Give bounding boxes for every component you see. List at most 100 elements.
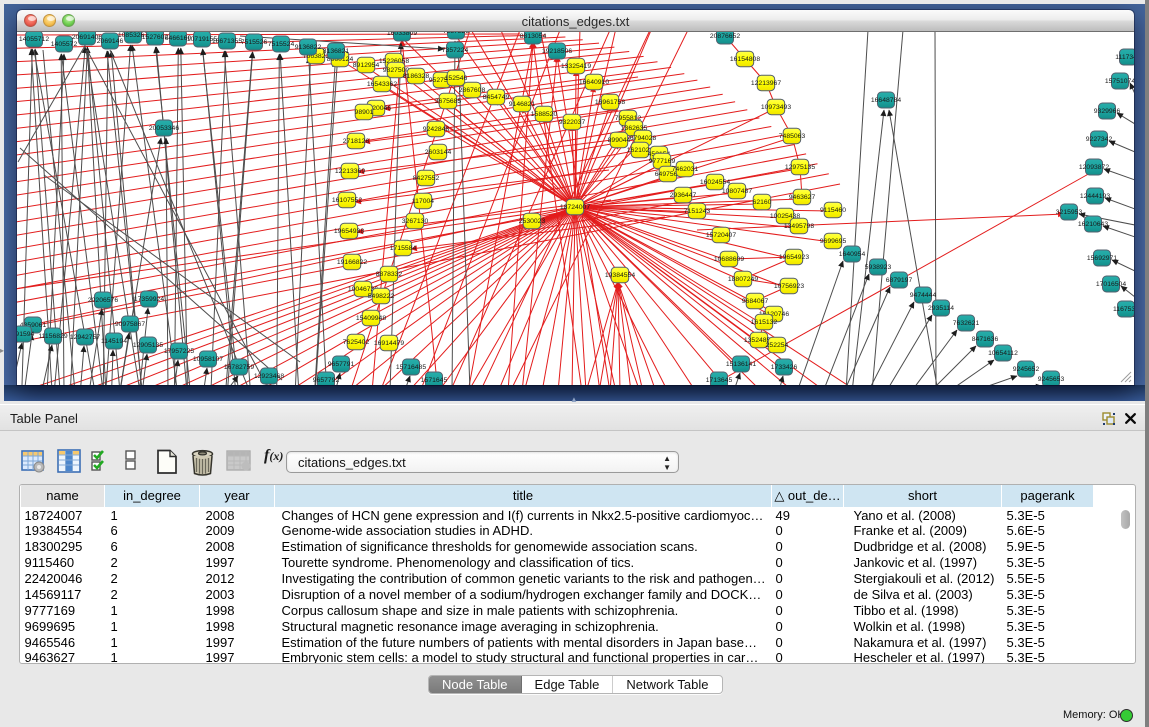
svg-text:9115460: 9115460 — [820, 207, 846, 214]
svg-text:9474444: 9474444 — [910, 292, 937, 299]
svg-text:2603144: 2603144 — [425, 149, 452, 156]
svg-text:12905135: 12905135 — [133, 342, 163, 349]
svg-text:15409948: 15409948 — [356, 315, 386, 322]
svg-text:19654923: 19654923 — [779, 254, 809, 261]
svg-text:5938923: 5938923 — [865, 264, 892, 271]
svg-text:98901: 98901 — [355, 109, 374, 116]
svg-text:2935114: 2935114 — [928, 305, 954, 312]
svg-text:152546: 152546 — [445, 75, 468, 82]
svg-text:9699695: 9699695 — [820, 238, 847, 245]
svg-text:9657792: 9657792 — [313, 377, 340, 384]
svg-text:8427552: 8427552 — [413, 175, 440, 182]
svg-text:20876652: 20876652 — [710, 33, 740, 40]
svg-text:7151243: 7151243 — [684, 208, 711, 215]
svg-text:13495798: 13495798 — [784, 223, 814, 230]
svg-text:16210643: 16210643 — [1078, 221, 1108, 228]
svg-text:1615132: 1615132 — [751, 319, 778, 326]
svg-text:1167534: 1167534 — [1113, 306, 1134, 313]
svg-text:16782759: 16782759 — [224, 364, 254, 371]
svg-text:16914479: 16914479 — [374, 340, 404, 347]
svg-text:16640910: 16640910 — [579, 79, 609, 86]
svg-text:9684067: 9684067 — [742, 298, 769, 305]
svg-text:9136822: 9136822 — [295, 44, 322, 51]
svg-text:20053346: 20053346 — [149, 125, 179, 132]
svg-text:16961758: 16961758 — [595, 99, 625, 106]
svg-text:7515524: 7515524 — [268, 41, 295, 48]
svg-text:10756923: 10756923 — [774, 283, 804, 290]
svg-text:16154808: 16154808 — [730, 56, 760, 63]
svg-text:14055712: 14055712 — [19, 36, 49, 43]
svg-text:18724007: 18724007 — [560, 204, 590, 211]
svg-text:90975867: 90975867 — [115, 321, 145, 328]
svg-text:1715584: 1715584 — [390, 245, 417, 252]
svg-text:9245653: 9245653 — [1038, 376, 1065, 383]
svg-text:117004: 117004 — [412, 198, 434, 205]
svg-text:17359924: 17359924 — [134, 296, 164, 303]
svg-text:5498222: 5498222 — [368, 293, 395, 300]
svg-text:7357224: 7357224 — [442, 47, 469, 54]
svg-text:8186328: 8186328 — [403, 73, 430, 80]
svg-text:10807487: 10807487 — [722, 188, 752, 195]
svg-text:7462031: 7462031 — [672, 166, 699, 173]
svg-text:15692971: 15692971 — [1087, 255, 1117, 262]
svg-text:9329966: 9329966 — [1094, 108, 1121, 115]
svg-text:3215953: 3215953 — [1056, 209, 1083, 216]
svg-text:7485063: 7485063 — [779, 133, 806, 140]
svg-text:1405572: 1405572 — [51, 41, 78, 48]
svg-text:252254: 252254 — [766, 342, 789, 349]
svg-text:2530023: 2530023 — [519, 218, 546, 225]
svg-text:12213967: 12213967 — [751, 80, 781, 87]
svg-text:7357225: 7357225 — [443, 32, 470, 35]
svg-text:1640954: 1640954 — [839, 251, 866, 258]
svg-text:7515526: 7515526 — [241, 39, 268, 46]
svg-text:62160: 62160 — [753, 199, 772, 206]
svg-text:1588520: 1588520 — [531, 111, 558, 118]
svg-text:16543362: 16543362 — [367, 81, 397, 88]
svg-text:8813054: 8813054 — [520, 33, 547, 40]
svg-text:1713645: 1713645 — [706, 377, 733, 384]
svg-text:13325419: 13325419 — [561, 63, 591, 70]
svg-text:3675685: 3675685 — [435, 98, 462, 105]
svg-text:15751074: 15751074 — [1105, 78, 1134, 85]
svg-text:16024554: 16024554 — [700, 179, 730, 186]
svg-text:12444193: 12444193 — [1080, 193, 1110, 200]
svg-text:2069146: 2069146 — [97, 38, 124, 45]
svg-text:17016504: 17016504 — [1096, 281, 1126, 288]
svg-text:10958107: 10958107 — [193, 356, 223, 363]
svg-text:16671355: 16671355 — [212, 38, 242, 45]
svg-text:9227342: 9227342 — [1086, 136, 1113, 143]
svg-text:18807249: 18807249 — [728, 276, 758, 283]
svg-text:899044: 899044 — [608, 137, 631, 144]
svg-text:8471636: 8471636 — [972, 336, 999, 343]
svg-text:9322037: 9322037 — [559, 119, 586, 126]
svg-text:1571645: 1571645 — [421, 377, 448, 384]
svg-text:6879197: 6879197 — [886, 277, 913, 284]
svg-text:8454749: 8454749 — [483, 94, 510, 101]
svg-text:19384554: 19384554 — [605, 272, 635, 279]
svg-text:9463627: 9463627 — [789, 194, 816, 201]
svg-text:12213369: 12213369 — [335, 168, 365, 175]
svg-text:10973493: 10973493 — [761, 104, 791, 111]
svg-text:7625402: 7625402 — [343, 339, 370, 346]
svg-text:10654112: 10654112 — [988, 350, 1018, 357]
svg-text:8136821: 8136821 — [323, 48, 350, 55]
svg-text:19166822: 19166822 — [337, 259, 367, 266]
svg-text:3267130: 3267130 — [402, 218, 429, 225]
svg-text:8878332: 8878332 — [376, 271, 403, 278]
svg-text:19218506: 19218506 — [542, 48, 572, 55]
svg-text:391594: 391594 — [17, 331, 35, 338]
svg-text:15716485: 15716485 — [396, 364, 426, 371]
svg-text:8912954: 8912954 — [353, 62, 380, 69]
svg-text:2718126: 2718126 — [343, 138, 370, 145]
svg-text:9245652: 9245652 — [1013, 366, 1040, 373]
svg-text:9777169: 9777169 — [649, 158, 676, 165]
svg-text:2936447: 2936447 — [670, 192, 697, 199]
svg-text:2867608: 2867608 — [459, 87, 486, 94]
svg-text:9242848: 9242848 — [423, 126, 450, 133]
svg-text:16033809: 16033809 — [387, 32, 417, 37]
svg-text:1145194: 1145194 — [101, 338, 127, 345]
svg-text:1117345: 1117345 — [1115, 54, 1134, 61]
svg-text:6794028: 6794028 — [630, 135, 657, 142]
svg-text:7632621: 7632621 — [953, 320, 980, 327]
svg-text:15720407: 15720407 — [706, 232, 736, 239]
